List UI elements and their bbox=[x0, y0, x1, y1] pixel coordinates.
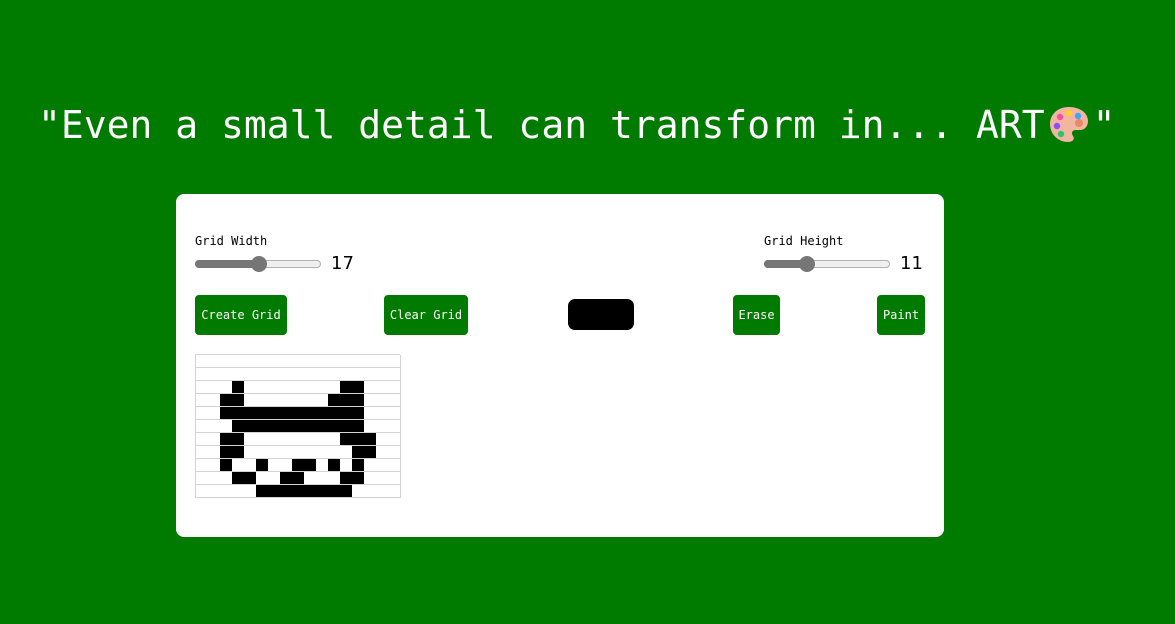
grid-width-slider-thumb[interactable] bbox=[251, 255, 267, 272]
pixel-grid bbox=[195, 354, 401, 498]
headline-closing-quote: " bbox=[1092, 103, 1116, 147]
grid-width-slider-fill bbox=[195, 259, 258, 268]
grid-width-label: Grid Width bbox=[195, 234, 268, 248]
grid-width-slider[interactable] bbox=[195, 255, 321, 272]
grid-cell[interactable] bbox=[388, 472, 401, 485]
paint-button[interactable]: Paint bbox=[877, 295, 925, 335]
grid-width-value: 17 bbox=[331, 253, 354, 274]
grid-height-label: Grid Height bbox=[764, 234, 844, 248]
grid-cell[interactable] bbox=[388, 420, 401, 433]
grid-height-value: 11 bbox=[900, 253, 923, 274]
grid-cell[interactable] bbox=[388, 446, 401, 459]
grid-cell[interactable] bbox=[388, 433, 401, 446]
grid-cell[interactable] bbox=[388, 355, 401, 368]
grid-height-control: Grid Height 11 bbox=[764, 234, 923, 274]
grid-cell[interactable] bbox=[388, 381, 401, 394]
headline-quote: "Even a small detail can transform in...… bbox=[38, 100, 1116, 150]
headline-text: "Even a small detail can transform in...… bbox=[38, 103, 1045, 147]
erase-button[interactable]: Erase bbox=[733, 295, 780, 335]
grid-cell[interactable] bbox=[388, 459, 401, 472]
grid-height-slider[interactable] bbox=[764, 255, 890, 272]
create-grid-button[interactable]: Create Grid bbox=[195, 295, 287, 335]
color-picker[interactable] bbox=[568, 299, 634, 330]
grid-cell[interactable] bbox=[388, 394, 401, 407]
grid-cell[interactable] bbox=[388, 485, 401, 498]
clear-grid-button[interactable]: Clear Grid bbox=[384, 295, 468, 335]
grid-cell[interactable] bbox=[388, 407, 401, 420]
pixel-art-panel: Grid Width 17 Grid Height 11 Create Grid… bbox=[176, 194, 944, 537]
grid-width-control: Grid Width 17 bbox=[195, 234, 354, 274]
grid-cell[interactable] bbox=[388, 368, 401, 381]
grid-height-slider-thumb[interactable] bbox=[799, 255, 815, 272]
artist-palette-icon bbox=[1049, 107, 1088, 142]
